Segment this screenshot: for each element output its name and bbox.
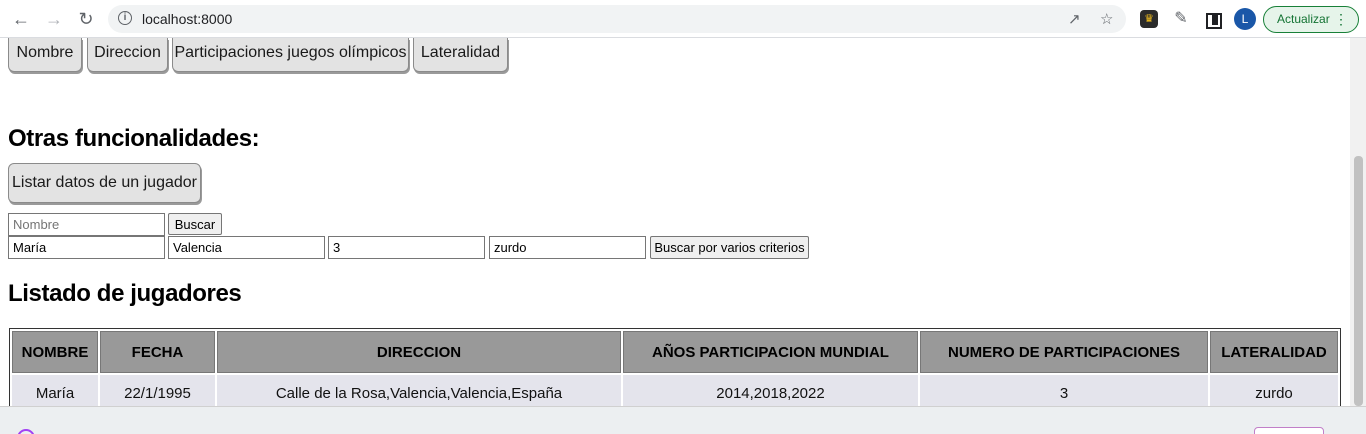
cell-laterality: zurdo <box>1210 375 1338 406</box>
cell-address: Calle de la Rosa,Valencia,Valencia,Españ… <box>217 375 621 406</box>
table-header-row: NOMBRE FECHA DIRECCION AÑOS PARTICIPACIO… <box>12 331 1338 373</box>
side-panel-icon[interactable] <box>1204 10 1222 29</box>
cell-name: María <box>12 375 98 406</box>
players-list-heading: Listado de jugadores <box>8 280 242 307</box>
cell-world-cup-years: 2014,2018,2022 <box>623 375 918 406</box>
scrollbar-thumb[interactable] <box>1354 156 1363 406</box>
multi-laterality-input[interactable] <box>489 236 646 259</box>
back-arrow-icon[interactable]: ← <box>9 8 33 30</box>
column-header-laterality: LATERALIDAD <box>1210 331 1338 373</box>
browser-toolbar: ← → ↻ i localhost:8000 ↗ ☆ ♛ ✎ L Actuali… <box>0 0 1366 38</box>
more-menu-icon[interactable]: ⋮ <box>1334 7 1348 32</box>
other-features-heading: Otras funcionalidades: <box>8 125 260 152</box>
table-row: María 22/1/1995 Calle de la Rosa,Valenci… <box>12 375 1338 406</box>
column-header-name: NOMBRE <box>12 331 98 373</box>
share-icon[interactable]: ↗ <box>1068 10 1081 28</box>
extensions-puzzle-icon[interactable]: ✎ <box>1172 10 1190 28</box>
cell-participations: 3 <box>920 375 1208 406</box>
download-bar-button[interactable] <box>1254 427 1324 434</box>
players-table: NOMBRE FECHA DIRECCION AÑOS PARTICIPACIO… <box>9 328 1341 406</box>
vertical-scrollbar[interactable] <box>1350 38 1366 406</box>
url-text[interactable]: localhost:8000 <box>142 11 232 27</box>
cell-date: 22/1/1995 <box>100 375 215 406</box>
multi-name-input[interactable] <box>8 236 165 259</box>
address-bar[interactable]: i localhost:8000 ↗ ☆ <box>108 5 1126 33</box>
page-content: Nombre Direccion Participaciones juegos … <box>0 38 1366 406</box>
sort-by-olympics-button[interactable]: Participaciones juegos olímpicos <box>172 38 409 72</box>
column-header-address: DIRECCION <box>217 331 621 373</box>
column-header-world-cup-years: AÑOS PARTICIPACION MUNDIAL <box>623 331 918 373</box>
multi-criteria-search-button[interactable]: Buscar por varios criterios <box>650 236 809 259</box>
download-item-icon[interactable] <box>17 429 35 434</box>
column-header-date: FECHA <box>100 331 215 373</box>
download-bar <box>0 406 1366 434</box>
site-info-icon[interactable]: i <box>118 11 132 25</box>
sort-by-laterality-button[interactable]: Lateralidad <box>413 38 508 72</box>
multi-count-input[interactable] <box>328 236 485 259</box>
update-button[interactable]: Actualizar ⋮ <box>1263 6 1359 33</box>
column-header-participations: NUMERO DE PARTICIPACIONES <box>920 331 1208 373</box>
name-search-input[interactable] <box>8 213 165 236</box>
forward-arrow-icon[interactable]: → <box>42 8 66 30</box>
search-button[interactable]: Buscar <box>168 213 222 235</box>
crown-extension-icon[interactable]: ♛ <box>1140 10 1158 28</box>
update-label: Actualizar <box>1277 12 1330 26</box>
list-player-data-button[interactable]: Listar datos de un jugador <box>8 163 201 203</box>
sort-by-name-button[interactable]: Nombre <box>8 38 82 72</box>
sort-by-address-button[interactable]: Direccion <box>87 38 168 72</box>
profile-avatar[interactable]: L <box>1234 8 1256 30</box>
multi-city-input[interactable] <box>168 236 325 259</box>
bookmark-star-icon[interactable]: ☆ <box>1100 10 1113 28</box>
reload-icon[interactable]: ↻ <box>74 8 98 30</box>
